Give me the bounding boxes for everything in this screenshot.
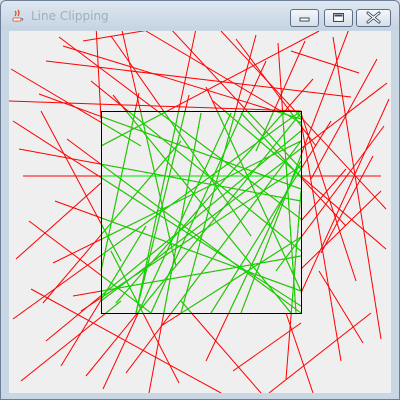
- outside-segments: [9, 31, 390, 393]
- line-segment: [300, 120, 342, 362]
- clipped-line-segment: [100, 110, 136, 272]
- line-segment: [45, 60, 352, 98]
- maximize-icon: [333, 13, 344, 22]
- clipped-line-segment: [100, 165, 302, 299]
- clipped-line-segment: [246, 110, 302, 170]
- close-icon: [366, 11, 381, 24]
- minimize-button[interactable]: [290, 9, 319, 27]
- line-segment: [300, 112, 357, 282]
- line-segment: [30, 288, 222, 393]
- line-segment: [232, 322, 302, 372]
- line-segment: [290, 50, 360, 74]
- clipped-line-segment: [290, 190, 302, 314]
- close-button[interactable]: [356, 9, 391, 27]
- title-bar[interactable]: Line Clipping: [1, 1, 399, 30]
- clipped-line-segment: [210, 168, 302, 314]
- line-segment: [15, 182, 102, 260]
- line-segment: [285, 312, 314, 393]
- java-app-icon: [10, 9, 25, 24]
- line-clipping-canvas: [9, 31, 390, 393]
- window-title: Line Clipping: [31, 9, 109, 23]
- clipped-line-segment: [105, 300, 122, 314]
- line-segment: [300, 168, 347, 222]
- drawing-canvas-area: [9, 31, 391, 393]
- line-segment: [95, 31, 102, 120]
- line-segment: [82, 31, 147, 42]
- minimize-icon: [299, 17, 310, 22]
- clipped-line-segment: [135, 110, 186, 314]
- app-window: Line Clipping: [0, 0, 400, 400]
- line-segment: [300, 190, 382, 270]
- line-segment: [332, 36, 382, 340]
- line-segment: [268, 312, 372, 393]
- line-segment: [310, 58, 378, 180]
- line-segment: [180, 300, 262, 393]
- clipped-line-segment: [100, 217, 302, 292]
- clipped-inside-segments: [100, 110, 302, 314]
- maximize-button[interactable]: [324, 9, 353, 27]
- line-segment: [318, 270, 364, 344]
- clipped-line-segment: [228, 160, 302, 314]
